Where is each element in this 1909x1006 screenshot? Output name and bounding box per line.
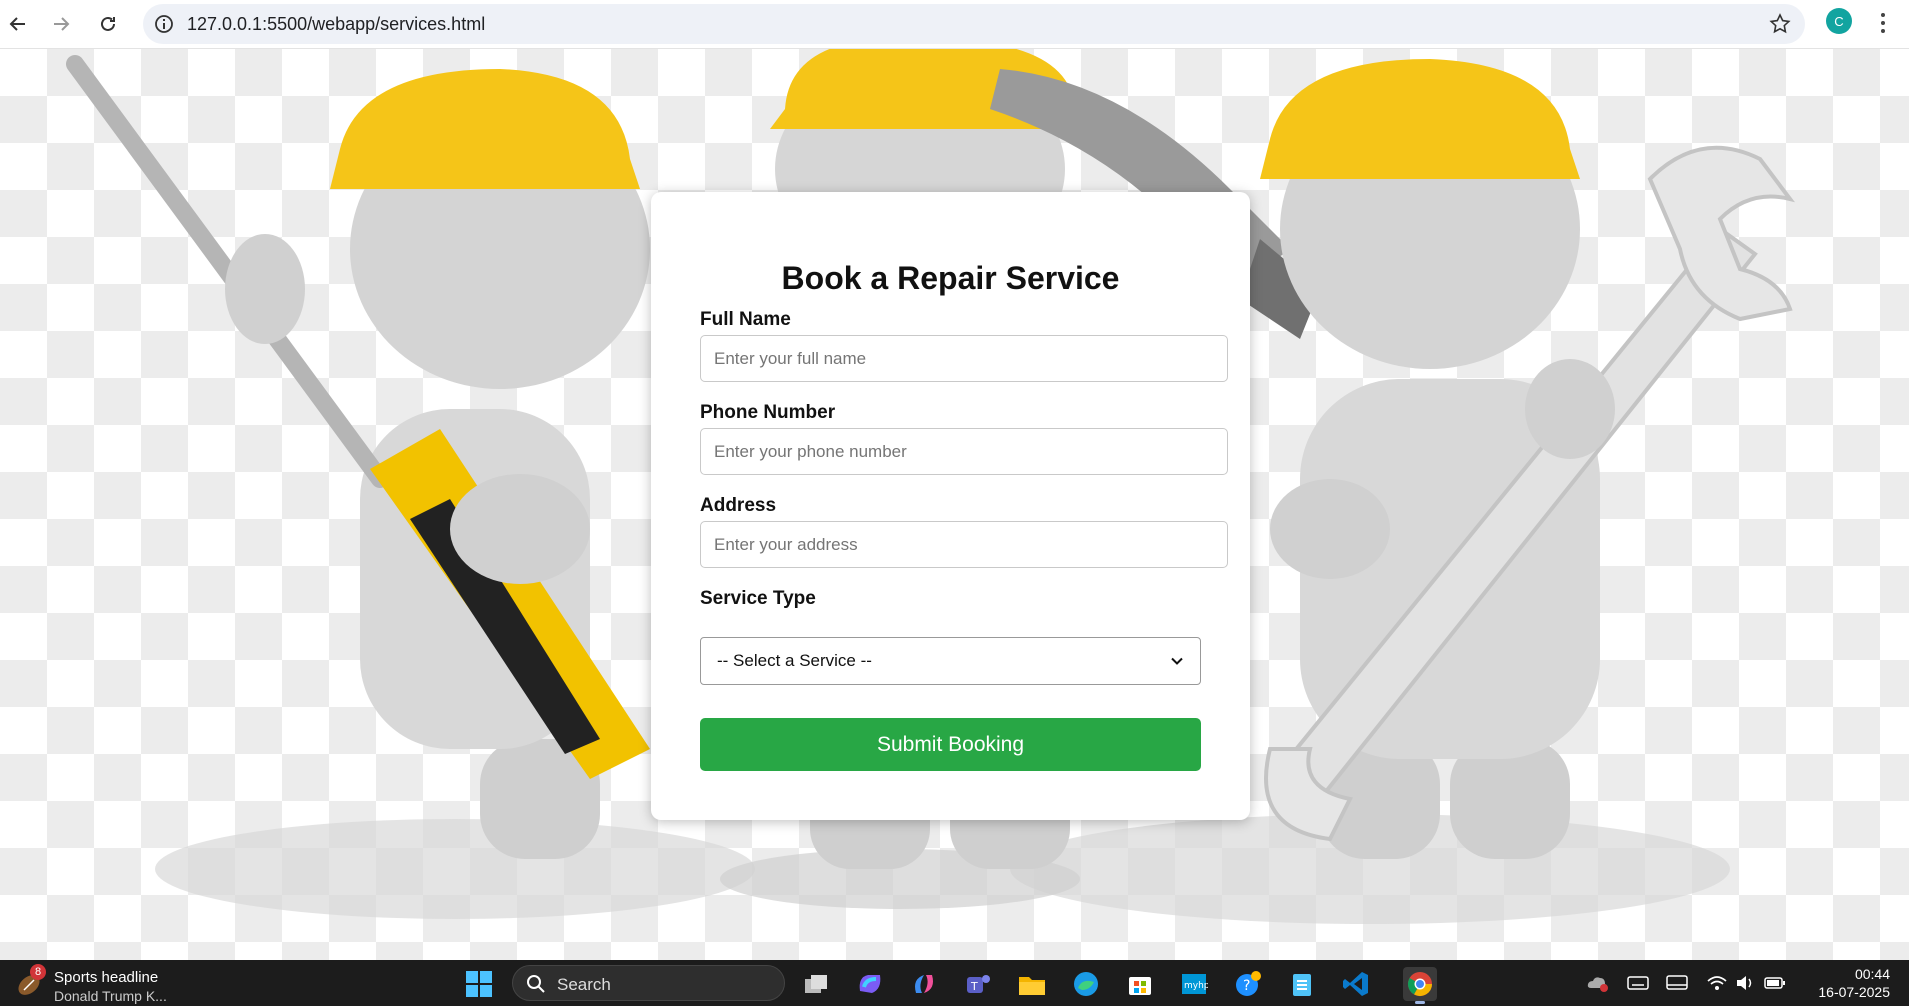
page-viewport: Book a Repair Service Full Name Phone Nu… [0, 49, 1909, 960]
booking-form-card: Book a Repair Service Full Name Phone Nu… [651, 192, 1250, 820]
clock-date: 16-07-2025 [1818, 984, 1890, 1000]
edge-icon[interactable] [1069, 967, 1103, 1001]
profile-avatar[interactable]: C [1826, 8, 1852, 34]
taskbar-search[interactable]: Search [512, 965, 785, 1001]
file-explorer-icon[interactable] [1015, 967, 1049, 1001]
search-icon [527, 975, 545, 993]
svg-text:myhp: myhp [1184, 981, 1208, 991]
forward-button[interactable] [43, 6, 79, 42]
full-name-label: Full Name [700, 309, 791, 330]
notepad-icon[interactable] [1285, 967, 1319, 1001]
svg-text:T: T [970, 980, 978, 993]
svg-text:?: ? [1243, 978, 1250, 994]
teams-icon[interactable]: T [961, 967, 995, 1001]
form-title: Book a Repair Service [781, 260, 1120, 296]
clock-time: 00:44 [1854, 966, 1890, 982]
volume-icon[interactable] [1735, 972, 1757, 994]
microsoft-store-icon[interactable] [1123, 967, 1157, 1001]
news-title: Sports headline [54, 969, 159, 986]
system-clock[interactable]: 00:44 16-07-2025 [1790, 965, 1890, 1001]
battery-icon[interactable] [1764, 972, 1786, 994]
reload-button[interactable] [90, 6, 126, 42]
keyboard-icon[interactable] [1627, 972, 1649, 994]
left-worker-figure [66, 55, 650, 859]
service-type-label: Service Type [700, 588, 816, 609]
phone-number-input[interactable] [700, 428, 1228, 475]
chevron-down-icon [1171, 657, 1183, 665]
chrome-icon[interactable] [1403, 967, 1437, 1004]
service-type-select[interactable]: -- Select a Service -- [700, 637, 1201, 685]
address-input[interactable] [700, 521, 1228, 568]
news-subtitle: Donald Trump K... [54, 988, 167, 1004]
news-badge: 8 [30, 964, 46, 980]
windows-start-icon[interactable] [465, 970, 493, 998]
browser-toolbar: 127.0.0.1:5500/webapp/services.html C [0, 0, 1909, 49]
task-view-icon[interactable] [799, 967, 833, 1001]
back-arrow-icon [9, 17, 25, 31]
address-bar[interactable]: 127.0.0.1:5500/webapp/services.html [143, 4, 1805, 44]
bookmark-star-icon[interactable] [1769, 13, 1791, 35]
more-menu-icon[interactable] [1872, 10, 1894, 36]
search-placeholder: Search [557, 975, 611, 994]
onedrive-error-icon[interactable] [1587, 972, 1609, 994]
phone-number-label: Phone Number [700, 402, 836, 423]
display-icon[interactable] [1666, 972, 1688, 994]
right-worker-figure [1260, 59, 1795, 859]
forward-arrow-icon [54, 17, 70, 31]
copilot-icon[interactable] [907, 967, 941, 1001]
full-name-input[interactable] [700, 335, 1228, 382]
windows-taskbar: 8 Sports headline Donald Trump K... Sear… [0, 960, 1909, 1006]
back-button[interactable] [0, 6, 36, 42]
myhp-icon[interactable]: myhp [1177, 967, 1211, 1001]
service-type-selected-value: -- Select a Service -- [717, 651, 872, 670]
wifi-icon[interactable] [1706, 972, 1728, 994]
vscode-icon[interactable] [1339, 967, 1373, 1001]
submit-booking-button[interactable]: Submit Booking [700, 718, 1201, 771]
reload-icon [101, 16, 115, 31]
m365-copilot-icon[interactable] [853, 967, 887, 1001]
address-label: Address [700, 495, 777, 516]
get-help-icon[interactable]: ? [1231, 967, 1265, 1001]
url-text[interactable]: 127.0.0.1:5500/webapp/services.html [187, 14, 485, 35]
site-info-icon[interactable] [150, 10, 178, 38]
